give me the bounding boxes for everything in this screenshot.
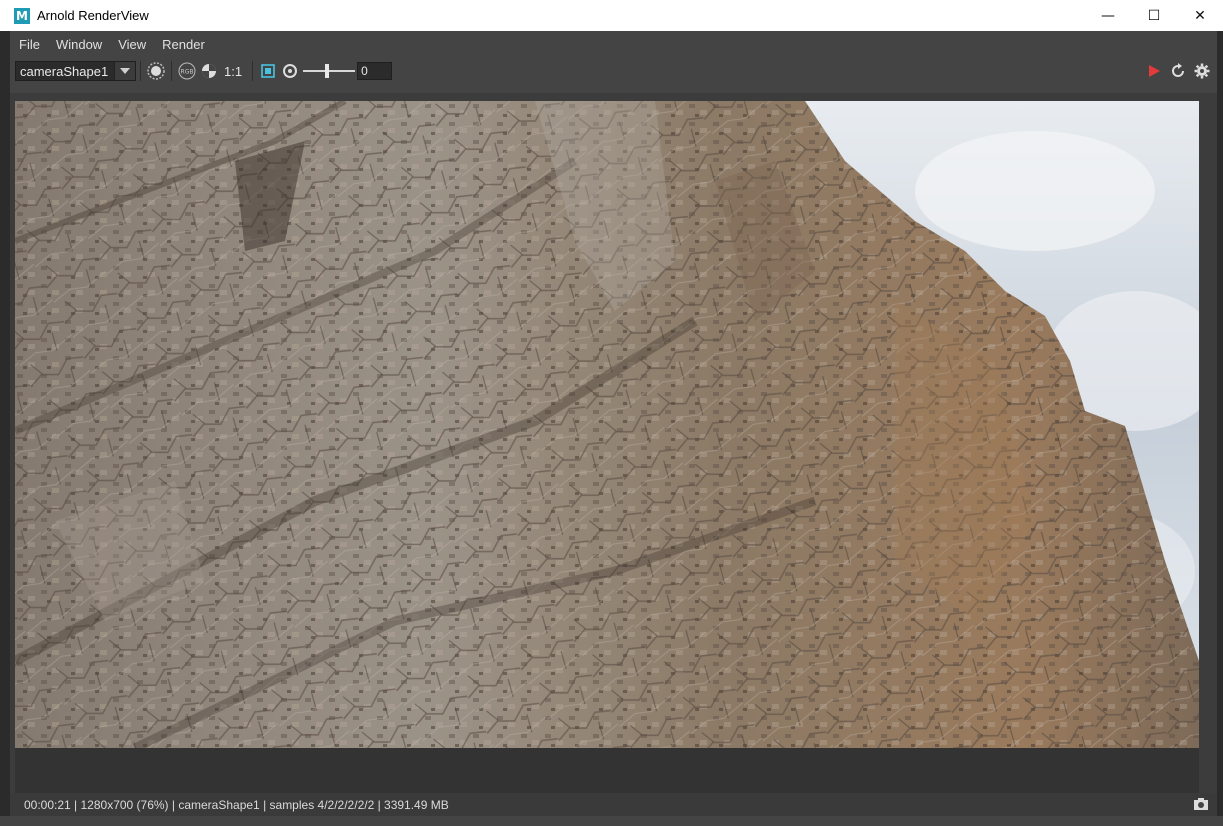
region-icon[interactable] xyxy=(145,60,167,82)
gear-icon[interactable] xyxy=(1191,60,1213,82)
renderview-window: File Window View Render cameraShape1 RGB… xyxy=(10,31,1217,826)
maya-logo-icon: M xyxy=(14,7,30,24)
refresh-icon[interactable] xyxy=(1167,60,1189,82)
toolbar-right xyxy=(1143,58,1213,84)
host-app-bottom-edge xyxy=(0,816,1223,826)
menu-window[interactable]: Window xyxy=(48,37,110,52)
crop-icon[interactable] xyxy=(257,60,279,82)
toolbar-divider xyxy=(171,61,172,81)
window-controls: — ☐ ✕ xyxy=(1085,0,1223,31)
slider-track xyxy=(303,70,356,72)
window-title: Arnold RenderView xyxy=(37,8,149,23)
rgb-icon[interactable]: RGB xyxy=(176,60,198,82)
toolbar-divider xyxy=(140,61,141,81)
camera-icon[interactable] xyxy=(1193,797,1209,811)
camera-select-value: cameraShape1 xyxy=(20,63,109,79)
svg-text:RGB: RGB xyxy=(181,69,194,76)
menu-file[interactable]: File xyxy=(10,37,48,52)
chevron-down-icon[interactable] xyxy=(114,62,135,80)
host-app-left-edge xyxy=(0,31,10,826)
render-view-margin xyxy=(15,748,1199,797)
title-bar: M Arnold RenderView — ☐ ✕ xyxy=(0,0,1223,31)
exposure-slider[interactable] xyxy=(303,61,356,81)
render-view xyxy=(10,93,1217,797)
channel-icon[interactable] xyxy=(198,60,220,82)
camera-select[interactable]: cameraShape1 xyxy=(15,61,136,81)
status-bar: 00:00:21 | 1280x700 (76%) | cameraShape1… xyxy=(10,793,1217,817)
minimize-button[interactable]: — xyxy=(1085,0,1131,31)
menu-render[interactable]: Render xyxy=(154,37,213,52)
cliff-render xyxy=(15,101,1199,748)
maximize-button[interactable]: ☐ xyxy=(1131,0,1177,31)
snapshot-icon[interactable] xyxy=(279,60,301,82)
render-play-icon[interactable] xyxy=(1143,60,1165,82)
rendered-image-cliff xyxy=(15,101,1199,748)
toolbar-divider xyxy=(252,61,254,81)
ratio-button[interactable]: 1:1 xyxy=(224,64,242,79)
menu-bar: File Window View Render xyxy=(10,31,1217,57)
slider-handle[interactable] xyxy=(325,64,330,78)
toolbar: cameraShape1 RGB 1:1 0 xyxy=(10,58,1217,84)
exposure-field[interactable]: 0 xyxy=(357,62,393,80)
status-text: 00:00:21 | 1280x700 (76%) | cameraShape1… xyxy=(24,798,449,812)
menu-view[interactable]: View xyxy=(110,37,154,52)
close-button[interactable]: ✕ xyxy=(1177,0,1223,31)
